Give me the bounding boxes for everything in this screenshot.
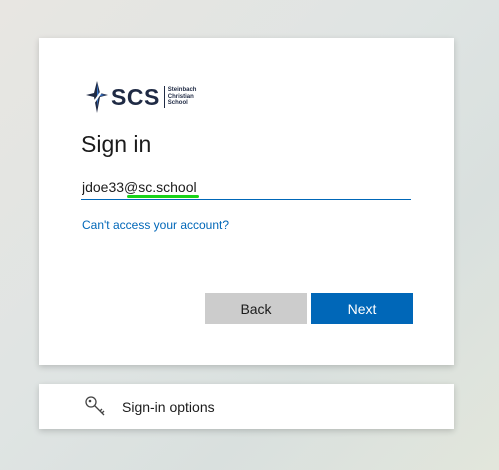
page-title: Sign in bbox=[81, 131, 152, 157]
scs-cross-logo-icon bbox=[86, 81, 108, 113]
school-logo: SCS Steinbach Christian School bbox=[86, 80, 198, 114]
email-domain-highlight bbox=[127, 195, 199, 198]
logo-wordmark: SCS bbox=[111, 83, 160, 110]
key-icon bbox=[85, 395, 105, 415]
logo-divider bbox=[163, 86, 165, 108]
back-button[interactable]: Back bbox=[205, 293, 307, 324]
next-button[interactable]: Next bbox=[311, 293, 413, 324]
cant-access-link[interactable]: Can't access your account? bbox=[82, 218, 229, 232]
logo-school-name: Steinbach Christian School bbox=[167, 87, 197, 107]
signin-options-button[interactable]: Sign-in options bbox=[39, 384, 454, 429]
signin-options-label: Sign-in options bbox=[122, 398, 215, 415]
signin-card: SCS Steinbach Christian School Sign in C… bbox=[39, 38, 454, 365]
